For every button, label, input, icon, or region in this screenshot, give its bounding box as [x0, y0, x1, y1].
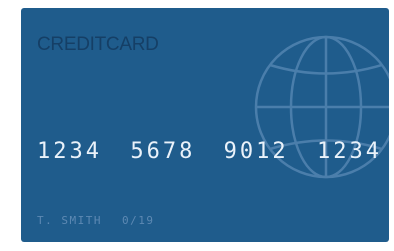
card-brand-title: CREDITCARD: [37, 34, 159, 55]
card-number-group-4: 1234: [316, 139, 382, 164]
card-number-group-1: 1234: [37, 139, 102, 164]
credit-card: CREDITCARD 1234 5678 9012 1234 T. SMITH 0…: [21, 8, 389, 242]
cardholder-name: T. SMITH: [37, 214, 102, 227]
card-number-group-3: 9012: [223, 139, 289, 164]
cardholder-info: T. SMITH 0/19: [37, 214, 154, 227]
card-expiry: 0/19: [121, 214, 155, 227]
card-number: 1234 5678 9012 1234: [37, 139, 382, 164]
card-number-group-2: 5678: [130, 139, 196, 164]
